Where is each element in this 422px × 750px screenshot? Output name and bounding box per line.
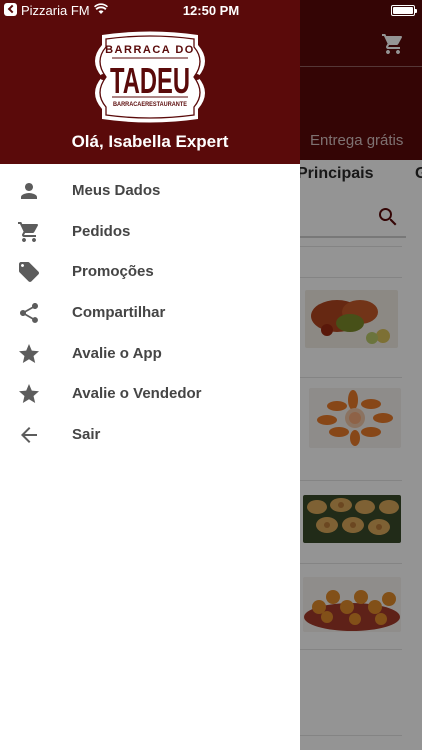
menu-item-avalie-app[interactable]: Avalie o App	[0, 334, 300, 375]
menu-item-promocoes[interactable]: Promoções	[0, 252, 300, 293]
star-icon	[19, 343, 39, 363]
menu-label: Pedidos	[72, 222, 131, 240]
menu-label: Meus Dados	[72, 182, 161, 199]
menu-label: Sair	[72, 426, 101, 444]
menu-item-avalie-vendedor[interactable]: Avalie o Vendedor	[0, 374, 300, 415]
menu-label: Avalie o Vendedor	[72, 385, 202, 403]
cart-icon	[18, 221, 39, 242]
battery-icon	[391, 5, 417, 16]
star-icon	[19, 384, 39, 404]
menu-label: Avalie o App	[72, 344, 162, 362]
logo-main-text: TADEU	[110, 60, 190, 101]
user-greeting: Olá, Isabella Expert	[71, 132, 229, 151]
logo-top-text: BARRACA DO	[105, 44, 195, 56]
menu-label: Compartilhar	[72, 304, 166, 322]
drawer-menu: Meus Dados Pedidos Promoções Compartilha…	[0, 171, 300, 456]
share-icon	[19, 303, 39, 323]
restaurant-logo: BARRACA DO TADEU BARRACAERESTAURANTE	[95, 31, 205, 123]
menu-item-meus-dados[interactable]: Meus Dados	[0, 171, 300, 212]
menu-item-pedidos[interactable]: Pedidos	[0, 212, 300, 253]
status-time: 12:50 PM	[182, 3, 240, 18]
navigation-drawer: BARRACA DO TADEU BARRACAERESTAURANTE Olá…	[0, 0, 300, 750]
person-icon	[21, 183, 37, 199]
drawer-header: BARRACA DO TADEU BARRACAERESTAURANTE Olá…	[0, 0, 300, 164]
menu-item-sair[interactable]: Sair	[0, 415, 300, 456]
arrow-back-icon	[21, 427, 37, 444]
menu-item-compartilhar[interactable]: Compartilhar	[0, 293, 300, 334]
tag-icon	[19, 262, 39, 283]
logo-bottom-text: BARRACAERESTAURANTE	[113, 101, 188, 108]
menu-label: Promoções	[72, 263, 154, 281]
status-bar: Pizzaria FM 12:50 PM	[0, 0, 422, 20]
